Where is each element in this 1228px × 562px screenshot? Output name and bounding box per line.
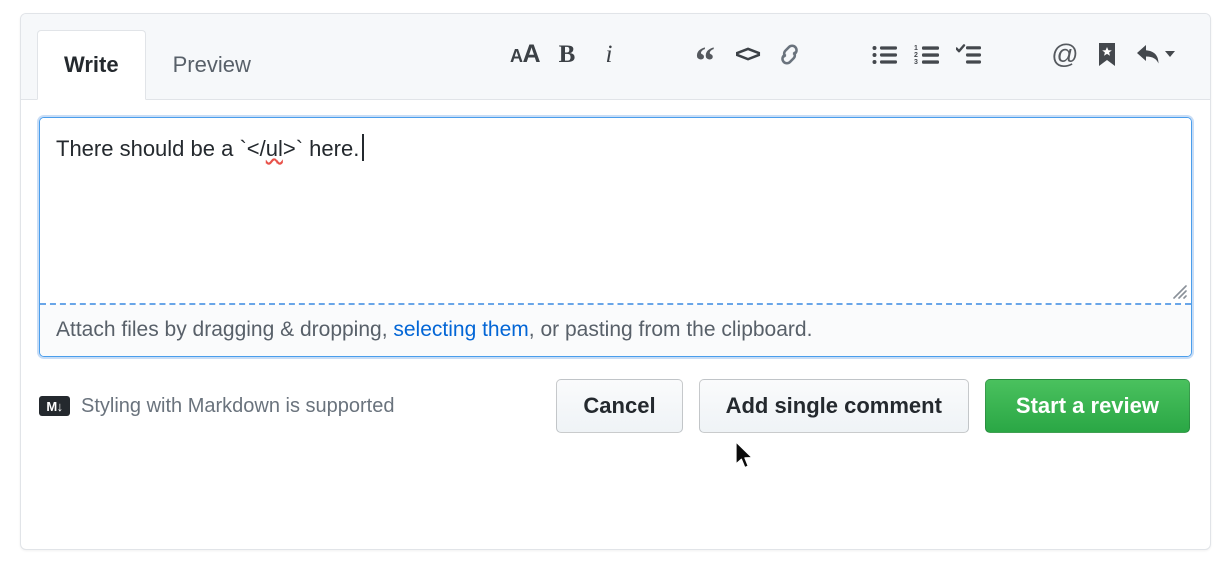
toolbar-group-actions: @ — [1044, 35, 1184, 75]
resize-handle-icon[interactable] — [1169, 281, 1187, 299]
attach-hint-suffix: , or pasting from the clipboard. — [528, 318, 813, 341]
reply-dropdown-icon[interactable] — [1128, 35, 1184, 75]
task-list-icon[interactable] — [948, 35, 990, 75]
ordered-list-icon[interactable]: 1 2 3 — [906, 35, 948, 75]
tab-write[interactable]: Write — [37, 30, 146, 100]
svg-text:1: 1 — [914, 45, 918, 52]
comment-form-body: There should be a `</ul>` here. Attach f… — [21, 100, 1210, 357]
selecting-them-link[interactable]: selecting them — [393, 318, 528, 341]
tab-list: Write Preview — [21, 14, 278, 100]
code-icon[interactable]: <> — [726, 35, 768, 75]
bold-glyph: B — [558, 41, 576, 68]
comment-text-after: >` here. — [282, 136, 360, 161]
text-cursor — [362, 134, 365, 161]
bold-icon[interactable]: B — [546, 35, 588, 75]
heading-icon[interactable]: AA — [504, 35, 546, 75]
code-glyph: <> — [734, 40, 761, 68]
comment-form: Write Preview AA B i “ <> 1 2 3 @ There … — [20, 13, 1211, 550]
quote-icon[interactable]: “ — [684, 35, 726, 80]
link-icon[interactable] — [768, 35, 810, 75]
comment-text-before: There should be a `</ — [56, 136, 266, 161]
comment-textarea[interactable]: There should be a `</ul>` here. — [40, 118, 1191, 305]
saved-replies-icon[interactable] — [1086, 35, 1128, 75]
start-a-review-button[interactable]: Start a review — [984, 379, 1190, 434]
svg-text:3: 3 — [914, 59, 918, 66]
toolbar-group-lists: 1 2 3 — [864, 35, 990, 75]
form-actions: Cancel Add single comment Start a review — [556, 379, 1192, 434]
svg-text:2: 2 — [914, 52, 918, 59]
markdown-icon: M↓ — [39, 396, 70, 417]
italic-glyph: i — [605, 41, 613, 68]
markdown-note-label: Styling with Markdown is supported — [81, 394, 395, 417]
cancel-button[interactable]: Cancel — [556, 379, 683, 434]
tab-preview[interactable]: Preview — [146, 30, 278, 100]
markdown-toolbar: AA B i “ <> 1 2 3 @ — [278, 14, 1210, 99]
screenshot-root: Write Preview AA B i “ <> 1 2 3 @ There … — [0, 0, 1228, 562]
mention-icon[interactable]: @ — [1044, 35, 1086, 75]
comment-text-misspelled: ul — [265, 136, 283, 161]
attach-files-hint: Attach files by dragging & dropping, sel… — [40, 305, 1191, 356]
toolbar-group-insert: “ <> — [684, 35, 810, 80]
unordered-list-icon[interactable] — [864, 35, 906, 75]
comment-form-footer: M↓ Styling with Markdown is supported Ca… — [21, 357, 1210, 434]
tab-preview-label: Preview — [172, 52, 251, 77]
attach-hint-prefix: Attach files by dragging & dropping, — [56, 318, 394, 341]
heading-glyph: AA — [509, 40, 541, 68]
tab-write-label: Write — [64, 52, 119, 77]
comment-form-header: Write Preview AA B i “ <> 1 2 3 @ — [21, 14, 1210, 100]
add-single-comment-button[interactable]: Add single comment — [698, 379, 969, 434]
italic-icon[interactable]: i — [588, 35, 630, 75]
markdown-supported-note[interactable]: M↓ Styling with Markdown is supported — [39, 395, 394, 418]
write-field: There should be a `</ul>` here. Attach f… — [39, 117, 1192, 357]
mention-glyph: @ — [1051, 39, 1079, 69]
toolbar-group-text: AA B i — [504, 35, 630, 75]
